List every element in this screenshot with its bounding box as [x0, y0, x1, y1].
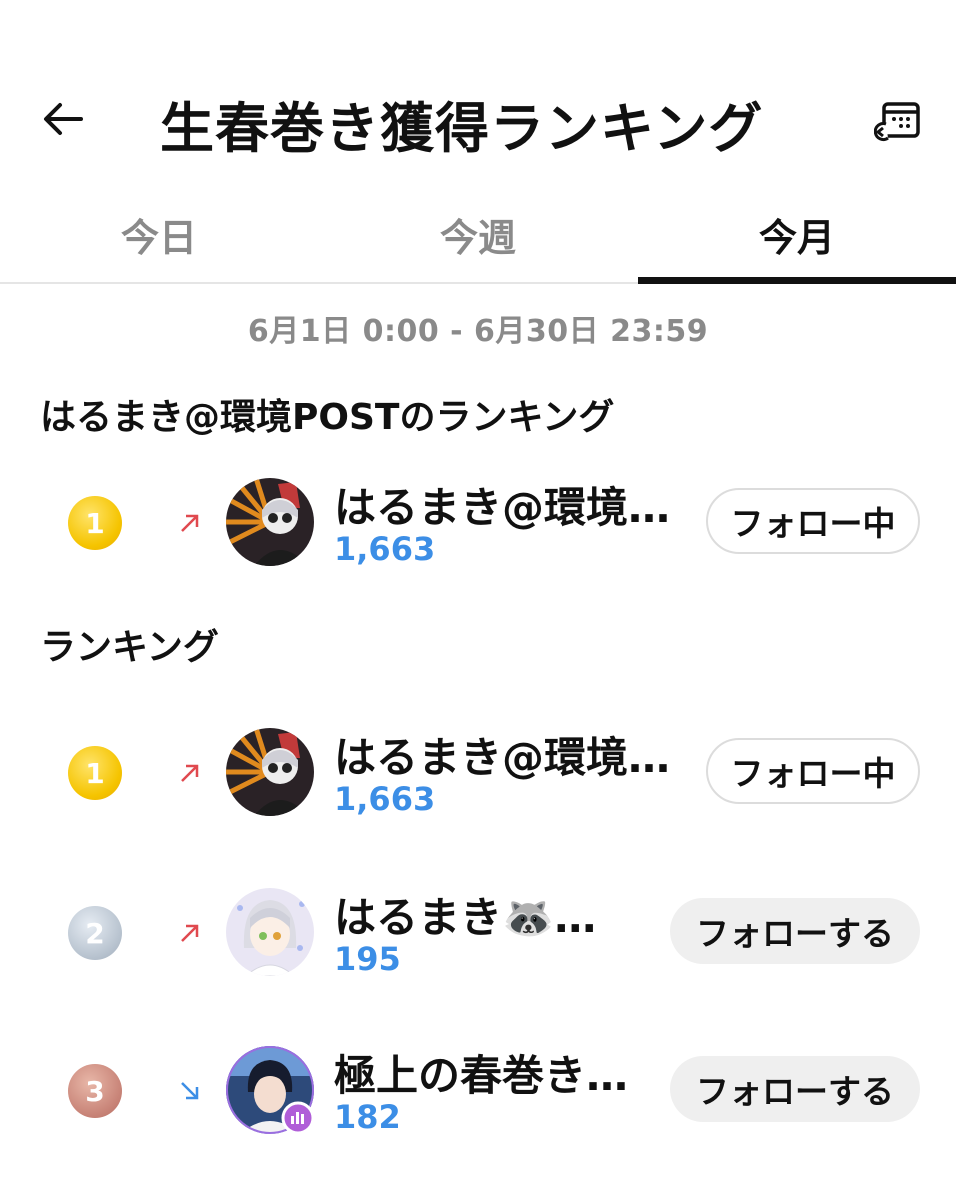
trend-up-icon [181, 764, 199, 782]
avatar[interactable] [226, 1046, 315, 1135]
avatar[interactable] [226, 888, 314, 976]
ranking-title: ランキング [40, 627, 219, 668]
user-name: はるまき@環境… [334, 733, 671, 782]
trend-up-icon [181, 924, 199, 942]
following-button[interactable]: フォロー中 [706, 738, 920, 804]
user-name: はるまき@環境… [334, 483, 671, 532]
score: 1,663 [334, 780, 436, 818]
tab-this-month[interactable]: 今月 [638, 186, 956, 284]
date-range: 6月1日 0:00 - 6月30日 23:59 [247, 314, 709, 349]
user-name: 極上の春巻き… [334, 1051, 629, 1100]
rank-badge-gold: 1 [68, 496, 122, 550]
ranking-row[interactable]: 2 はるまき🦝… 195 フォローする [0, 880, 956, 980]
calendar-icon [874, 102, 920, 142]
avatar[interactable] [226, 478, 314, 566]
tab-this-week[interactable]: 今週 [318, 186, 638, 282]
trend-up-icon [181, 514, 199, 532]
back-button[interactable] [36, 92, 90, 146]
header: 生春巻き獲得ランキング [0, 60, 956, 170]
ranking-screen: 生春巻き獲得ランキング 今日 今週 今月 6月1日 0:00 - 6月30日 2… [0, 0, 956, 1200]
score: 1,663 [334, 530, 436, 568]
rank-badge-gold: 1 [68, 746, 122, 800]
calendar-button[interactable] [870, 94, 926, 150]
back-arrow-icon [44, 103, 83, 135]
my-ranking-row[interactable]: 1 はるまき@環境… 1,663 フォロー中 [0, 470, 956, 570]
tab-today[interactable]: 今日 [0, 186, 318, 282]
period-tabs: 今日 今週 今月 [0, 186, 956, 284]
avatar[interactable] [226, 728, 314, 816]
score: 182 [334, 1098, 401, 1136]
score: 195 [334, 940, 401, 978]
rank-badge-bronze: 3 [68, 1064, 122, 1118]
my-ranking-title: はるまき@環境POSTのランキング [40, 397, 615, 438]
user-name: はるまき🦝… [334, 893, 597, 942]
following-button[interactable]: フォロー中 [706, 488, 920, 554]
follow-button[interactable]: フォローする [670, 1056, 920, 1122]
page-title: 生春巻き獲得ランキング [160, 97, 764, 160]
follow-button[interactable]: フォローする [670, 898, 920, 964]
ranking-row[interactable]: 1 はるまき@環境… 1,663 フォロー中 [0, 720, 956, 820]
trend-down-icon [181, 1082, 199, 1100]
rank-badge-silver: 2 [68, 906, 122, 960]
ranking-row[interactable]: 3 極上の春巻き… 182 フォローする [0, 1038, 956, 1138]
